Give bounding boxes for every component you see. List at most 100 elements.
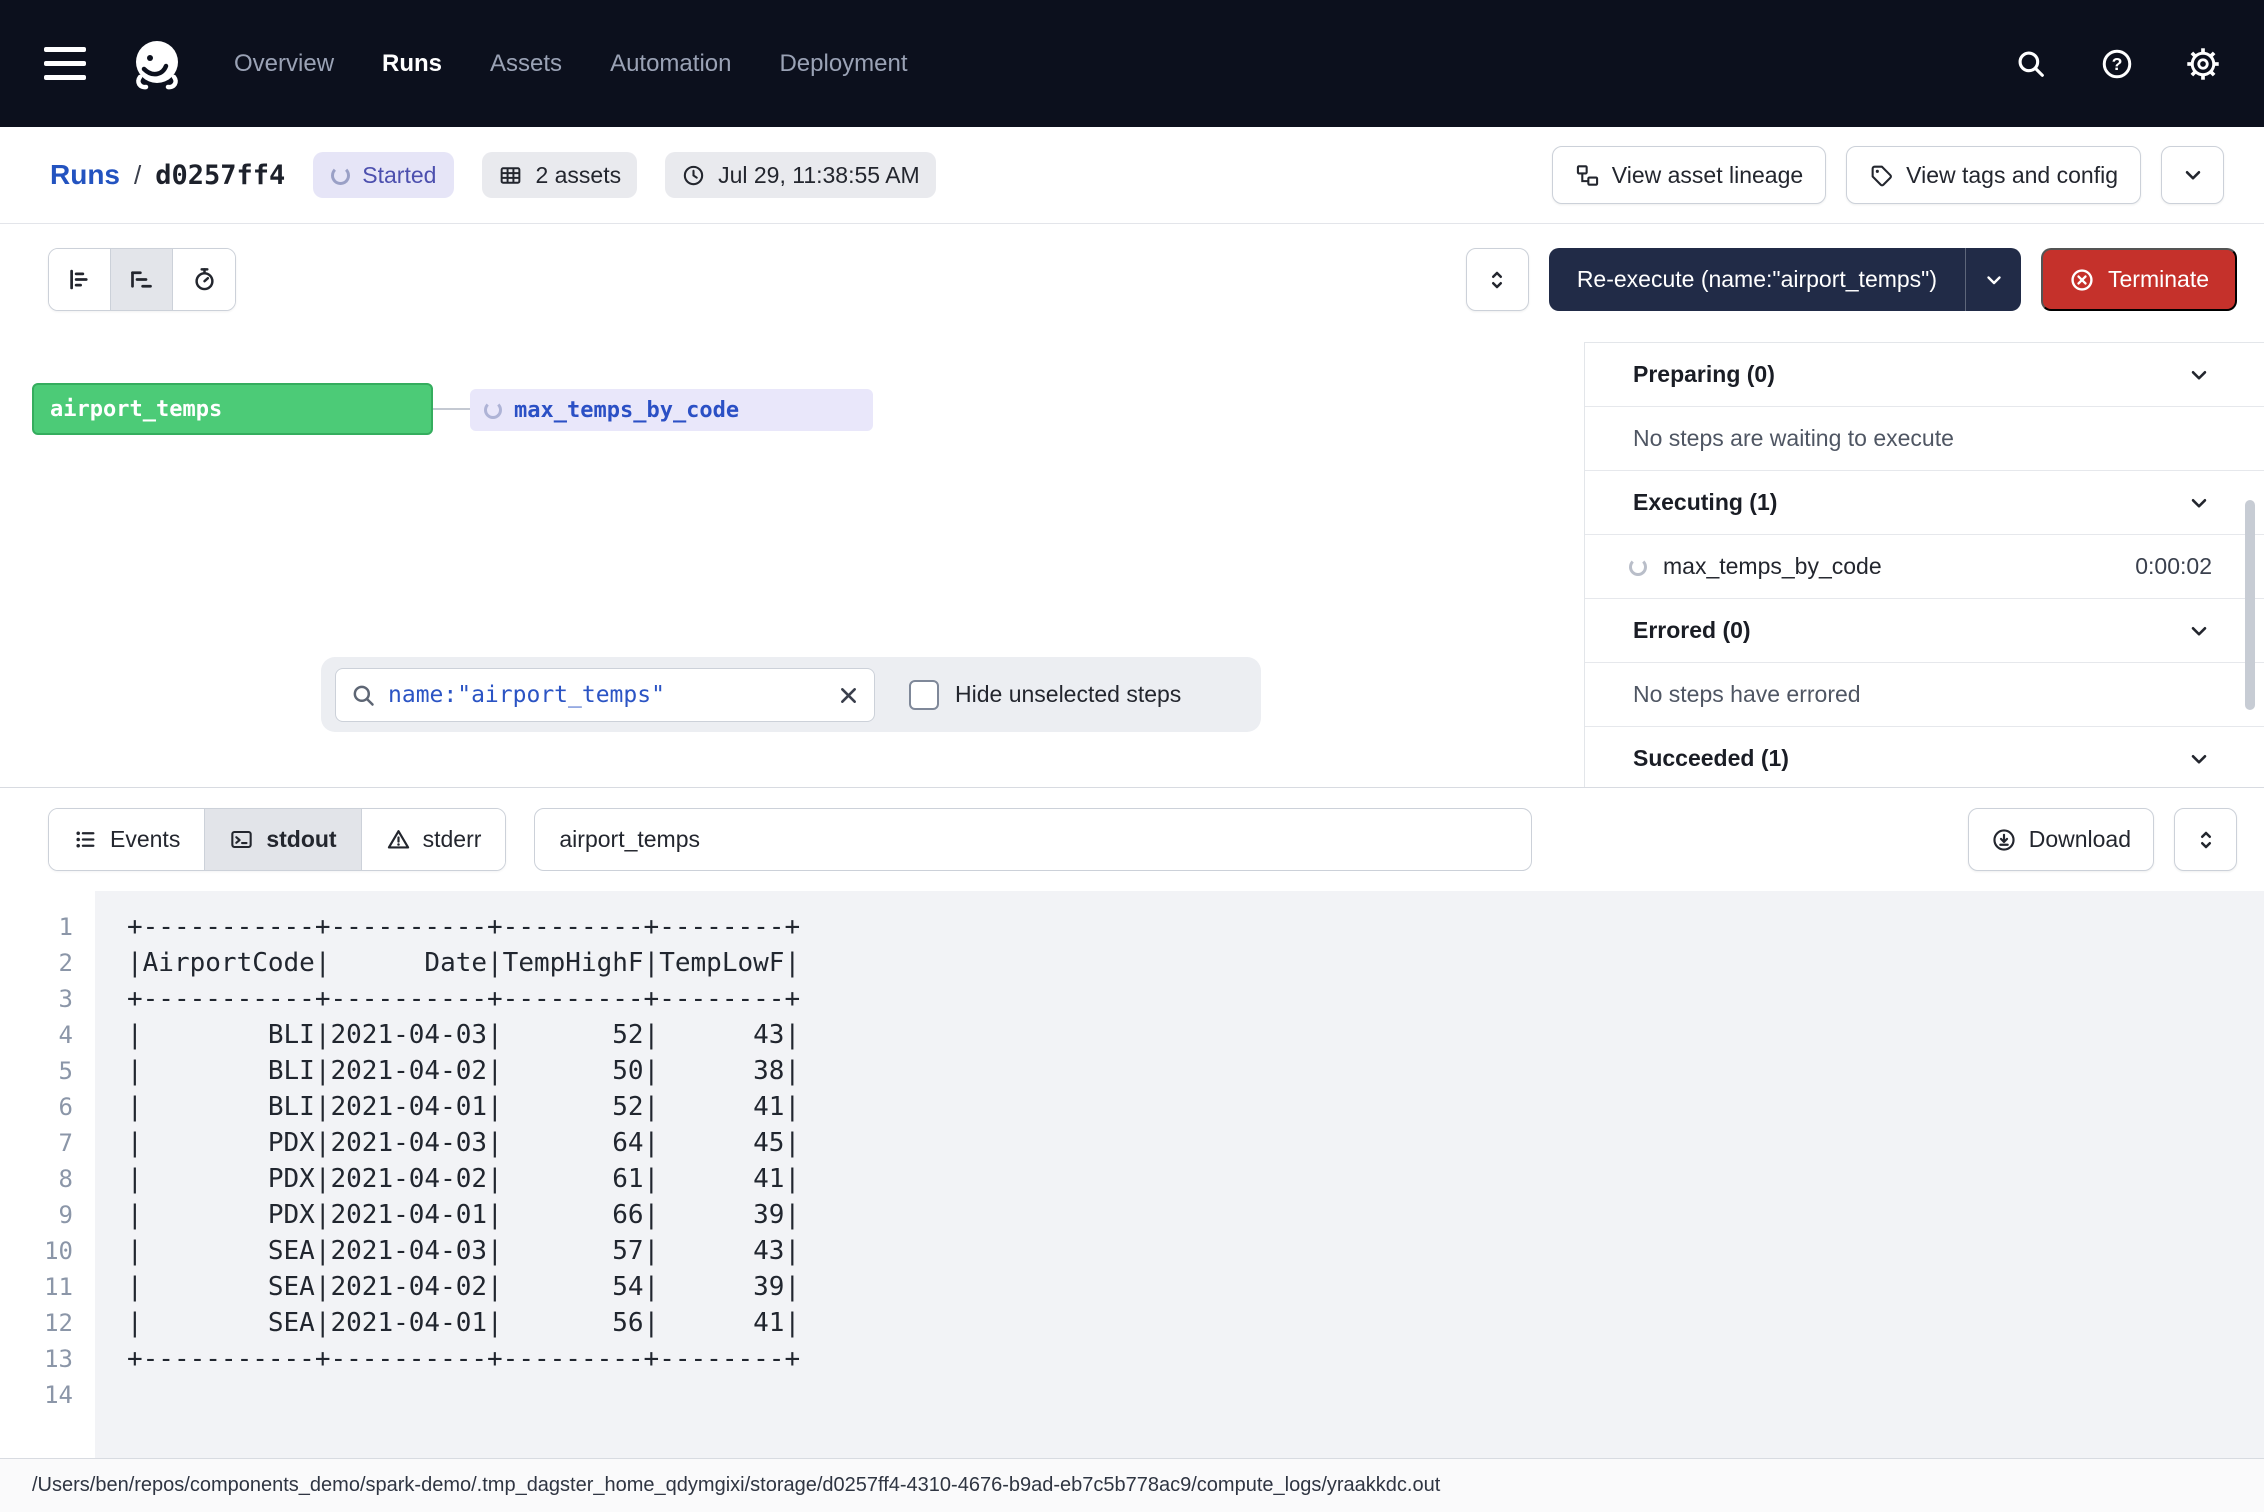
hamburger-menu-icon[interactable] (44, 47, 86, 80)
run-status-badge: Started (313, 152, 454, 198)
run-timestamp-chip: Jul 29, 11:38:55 AM (665, 152, 936, 198)
panel-section-title: Executing (1) (1633, 489, 1777, 516)
gantt-timer-toggle-icon[interactable] (173, 249, 235, 310)
dagster-logo-icon[interactable] (124, 31, 190, 97)
running-spinner-icon (484, 401, 502, 419)
log-line: | PDX|2021-04-01| 66| 39| (127, 1197, 800, 1233)
search-icon[interactable] (2014, 47, 2048, 81)
panel-section-title: Succeeded (1) (1633, 745, 1789, 772)
run-header: Runs / d0257ff4 Started 2 assets Jul 29,… (0, 127, 2264, 224)
log-line: | PDX|2021-04-02| 61| 41| (127, 1161, 800, 1197)
gantt-view-toggle-group (48, 248, 236, 311)
status-label: Started (362, 162, 436, 189)
view-tags-config-button[interactable]: View tags and config (1846, 146, 2141, 204)
reexecute-label: Re-execute (name:"airport_temps") (1549, 248, 1965, 311)
tab-label: stdout (266, 826, 336, 853)
chevron-down-icon (2186, 746, 2212, 772)
primary-nav: Overview Runs Assets Automation Deployme… (234, 50, 908, 78)
executing-step-row[interactable]: max_temps_by_code 0:00:02 (1585, 535, 2264, 599)
download-icon (1991, 827, 2017, 853)
step-filter-input[interactable] (335, 668, 875, 722)
unfold-icon (2193, 827, 2219, 853)
steps-panel: Preparing (0) No steps are waiting to ex… (1584, 342, 2264, 787)
terminate-label: Terminate (2108, 266, 2209, 293)
terminate-button[interactable]: Terminate (2041, 248, 2237, 311)
chevron-down-icon (2186, 490, 2212, 516)
log-line: | BLI|2021-04-02| 50| 38| (127, 1053, 800, 1089)
chevron-down-icon (2180, 162, 2206, 188)
step-name: max_temps_by_code (1663, 553, 2119, 580)
panel-section-title: Preparing (0) (1633, 361, 1775, 388)
panel-section-errored[interactable]: Errored (0) (1585, 599, 2264, 663)
list-icon (73, 827, 98, 852)
panel-section-executing[interactable]: Executing (1) (1585, 471, 2264, 535)
panel-section-succeeded[interactable]: Succeeded (1) (1585, 727, 2264, 787)
steps-scrollbar[interactable] (2245, 500, 2255, 710)
panel-section-preparing[interactable]: Preparing (0) (1585, 343, 2264, 407)
panel-empty-message: No steps are waiting to execute (1585, 407, 2264, 471)
clear-filter-icon[interactable] (835, 682, 862, 709)
unfold-icon (1484, 267, 1510, 293)
tab-stderr[interactable]: stderr (362, 809, 506, 870)
expand-logs-button[interactable] (2174, 808, 2237, 871)
download-button[interactable]: Download (1968, 808, 2154, 871)
tab-events[interactable]: Events (49, 809, 205, 870)
top-nav: Overview Runs Assets Automation Deployme… (0, 0, 2264, 127)
expand-gantt-button[interactable] (1466, 248, 1529, 311)
reexecute-dropdown-button[interactable] (1965, 248, 2021, 311)
log-file-path: /Users/ben/repos/components_demo/spark-d… (32, 1474, 1440, 1497)
gantt-node-label: max_temps_by_code (514, 398, 739, 423)
gantt-waterfall-toggle-icon[interactable] (49, 249, 111, 310)
nav-item-runs[interactable]: Runs (382, 50, 442, 78)
log-toolbar: Events stdout stderr Download (0, 787, 2264, 891)
gantt-flatten-toggle-icon[interactable] (111, 249, 173, 310)
log-file-path-bar: /Users/ben/repos/components_demo/spark-d… (0, 1458, 2264, 1512)
tag-icon (1869, 163, 1894, 188)
cancel-circle-icon (2069, 267, 2095, 293)
tab-label: stderr (423, 826, 482, 853)
log-line: | SEA|2021-04-01| 56| 41| (127, 1305, 800, 1341)
log-content: +-----------+----------+---------+------… (95, 891, 800, 1458)
tab-stdout[interactable]: stdout (205, 809, 361, 870)
help-icon[interactable]: ? (2100, 47, 2134, 81)
hide-unselected-checkbox[interactable] (909, 680, 939, 710)
reexecute-button[interactable]: Re-execute (name:"airport_temps") (1549, 248, 2021, 311)
gantt-node-airport-temps[interactable]: airport_temps (32, 383, 433, 435)
warning-triangle-icon (386, 827, 411, 852)
gantt-node-label: airport_temps (50, 397, 222, 422)
nav-item-overview[interactable]: Overview (234, 50, 334, 78)
assets-count-chip[interactable]: 2 assets (482, 152, 637, 198)
gantt-node-max-temps-by-code[interactable]: max_temps_by_code (470, 389, 873, 431)
log-line: +-----------+----------+---------+------… (127, 981, 800, 1017)
step-filter-bar: Hide unselected steps (321, 657, 1261, 732)
breadcrumb-runs-link[interactable]: Runs (50, 159, 120, 191)
stdout-log-viewer[interactable]: 12 34 56 78 910 1112 1314 +-----------+-… (0, 891, 2264, 1458)
chevron-down-icon (2186, 362, 2212, 388)
log-line: +-----------+----------+---------+------… (127, 909, 800, 945)
view-asset-lineage-button[interactable]: View asset lineage (1552, 146, 1826, 204)
nav-item-assets[interactable]: Assets (490, 50, 562, 78)
log-line (127, 1377, 800, 1413)
view-tags-config-label: View tags and config (1906, 162, 2118, 189)
nav-item-deployment[interactable]: Deployment (779, 50, 907, 78)
clock-icon (681, 163, 706, 188)
log-line: +-----------+----------+---------+------… (127, 1341, 800, 1377)
nav-item-automation[interactable]: Automation (610, 50, 731, 78)
log-line: | SEA|2021-04-02| 54| 39| (127, 1269, 800, 1305)
chevron-down-icon (1982, 268, 2006, 292)
step-elapsed-time: 0:00:02 (2135, 553, 2212, 580)
log-line: | PDX|2021-04-03| 64| 45| (127, 1125, 800, 1161)
log-tab-group: Events stdout stderr (48, 808, 506, 871)
settings-gear-icon[interactable] (2186, 47, 2220, 81)
view-asset-lineage-label: View asset lineage (1612, 162, 1803, 189)
assets-grid-icon (498, 163, 523, 188)
download-label: Download (2029, 826, 2131, 853)
terminal-icon (229, 827, 254, 852)
breadcrumb-separator: / (134, 160, 141, 191)
lineage-icon (1575, 163, 1600, 188)
assets-count-label: 2 assets (535, 162, 621, 189)
log-step-input[interactable] (534, 808, 1532, 871)
breadcrumb: Runs / d0257ff4 (50, 159, 285, 191)
header-more-chevron-button[interactable] (2161, 146, 2224, 204)
log-line: | SEA|2021-04-03| 57| 43| (127, 1233, 800, 1269)
